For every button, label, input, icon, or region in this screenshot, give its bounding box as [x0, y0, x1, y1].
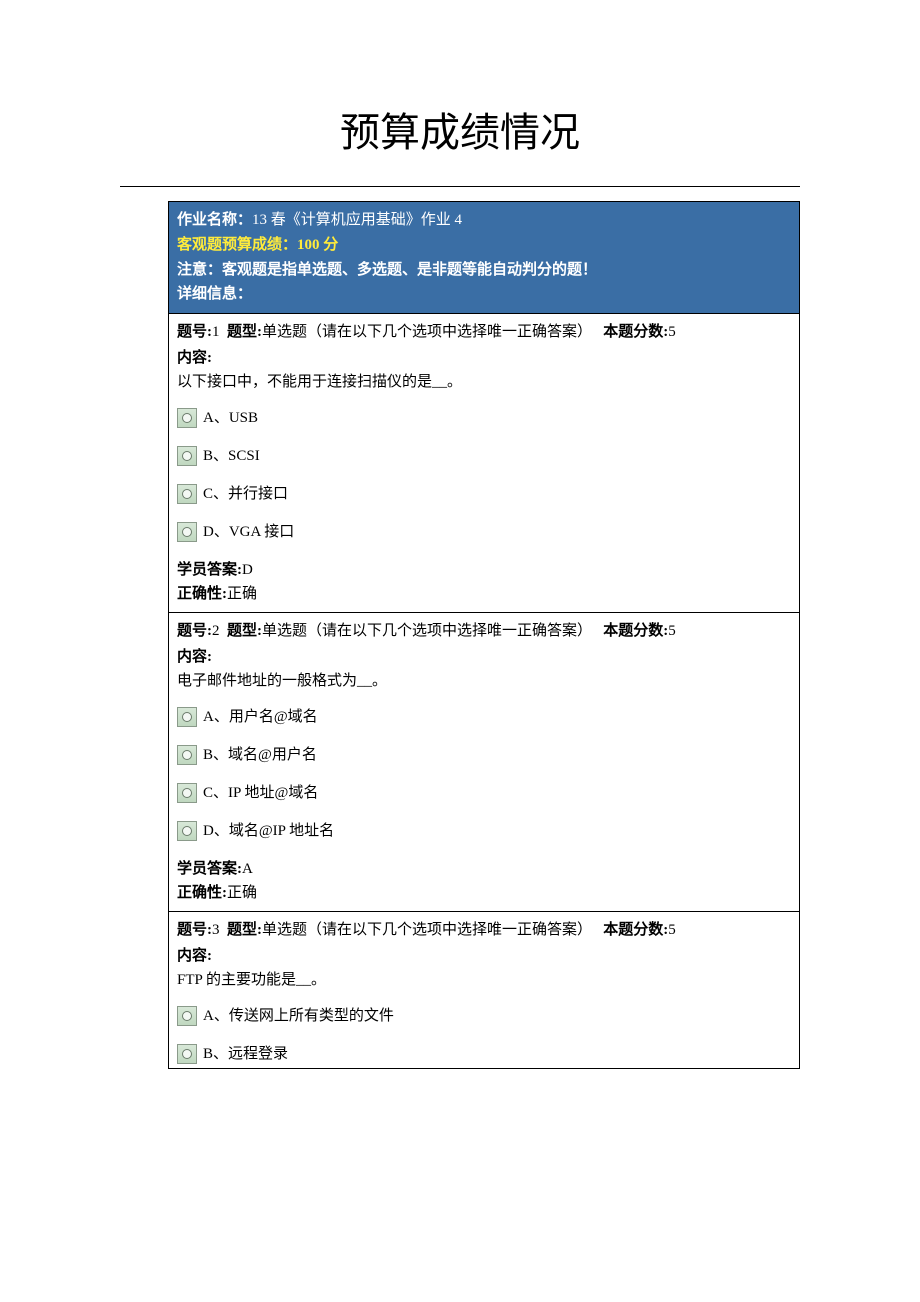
option-row: B、远程登录: [177, 1042, 791, 1066]
answer-label: 学员答案:: [177, 562, 242, 578]
radio-icon[interactable]: [177, 408, 197, 428]
option-row: A、用户名@域名: [177, 705, 791, 729]
q-score: 5: [668, 324, 676, 340]
question-text: 电子邮件地址的一般格式为__。: [177, 669, 791, 693]
radio-icon[interactable]: [177, 745, 197, 765]
score-line: 客观题预算成绩：100 分: [177, 233, 791, 258]
option-text: D、VGA 接口: [203, 520, 294, 544]
question-block: 题号:3 题型:单选题（请在以下几个选项中选择唯一正确答案） 本题分数:5 内容…: [169, 911, 799, 1068]
radio-icon[interactable]: [177, 707, 197, 727]
option-text: B、远程登录: [203, 1042, 288, 1066]
detail-label: 详细信息：: [177, 282, 791, 307]
q-num-label: 题号:: [177, 623, 212, 639]
option-text: A、用户名@域名: [203, 705, 318, 729]
student-answer-line: 学员答案:A: [177, 857, 791, 881]
title-underline-wrap: [0, 178, 920, 201]
q-num: 2: [212, 623, 220, 639]
correct-label: 正确性:: [177, 586, 227, 602]
work-name-line: 作业名称：13 春《计算机应用基础》作业 4: [177, 208, 791, 233]
question-block: 题号:1 题型:单选题（请在以下几个选项中选择唯一正确答案） 本题分数:5 内容…: [169, 313, 799, 612]
radio-icon[interactable]: [177, 783, 197, 803]
option-row: A、传送网上所有类型的文件: [177, 1004, 791, 1028]
correctness-line: 正确性:正确: [177, 582, 791, 606]
q-type-text: 单选题（请在以下几个选项中选择唯一正确答案）: [262, 922, 592, 938]
work-name-label: 作业名称：: [177, 212, 252, 228]
correct-value: 正确: [227, 885, 257, 901]
q-type-label: 题型:: [227, 922, 262, 938]
correctness-line: 正确性:正确: [177, 881, 791, 905]
radio-icon[interactable]: [177, 522, 197, 542]
answer-value: A: [242, 861, 253, 877]
content-label: 内容:: [177, 346, 791, 370]
student-answer-line: 学员答案:D: [177, 558, 791, 582]
question-text: FTP 的主要功能是__。: [177, 968, 791, 992]
question-header: 题号:2 题型:单选题（请在以下几个选项中选择唯一正确答案） 本题分数:5: [177, 619, 791, 643]
option-text: C、IP 地址@域名: [203, 781, 318, 805]
q-score: 5: [668, 623, 676, 639]
radio-icon[interactable]: [177, 821, 197, 841]
q-type-text: 单选题（请在以下几个选项中选择唯一正确答案）: [262, 324, 592, 340]
main-container: 作业名称：13 春《计算机应用基础》作业 4 客观题预算成绩：100 分 注意：…: [168, 201, 800, 1069]
radio-icon[interactable]: [177, 484, 197, 504]
option-row: A、USB: [177, 406, 791, 430]
answer-value: D: [242, 562, 253, 578]
option-text: B、域名@用户名: [203, 743, 317, 767]
title-underline: [120, 186, 800, 187]
q-score: 5: [668, 922, 676, 938]
q-num-label: 题号:: [177, 324, 212, 340]
option-text: B、SCSI: [203, 444, 260, 468]
answer-label: 学员答案:: [177, 861, 242, 877]
content-label: 内容:: [177, 944, 791, 968]
option-row: D、域名@IP 地址名: [177, 819, 791, 843]
question-block: 题号:2 题型:单选题（请在以下几个选项中选择唯一正确答案） 本题分数:5 内容…: [169, 612, 799, 911]
q-score-label: 本题分数:: [603, 324, 668, 340]
option-row: D、VGA 接口: [177, 520, 791, 544]
question-header: 题号:1 题型:单选题（请在以下几个选项中选择唯一正确答案） 本题分数:5: [177, 320, 791, 344]
option-text: C、并行接口: [203, 482, 288, 506]
correct-label: 正确性:: [177, 885, 227, 901]
work-name-value: 13 春《计算机应用基础》作业 4: [252, 212, 462, 228]
q-score-label: 本题分数:: [603, 922, 668, 938]
q-type-label: 题型:: [227, 623, 262, 639]
q-type-label: 题型:: [227, 324, 262, 340]
question-header: 题号:3 题型:单选题（请在以下几个选项中选择唯一正确答案） 本题分数:5: [177, 918, 791, 942]
header-box: 作业名称：13 春《计算机应用基础》作业 4 客观题预算成绩：100 分 注意：…: [169, 202, 799, 313]
option-text: A、USB: [203, 406, 258, 430]
option-text: D、域名@IP 地址名: [203, 819, 334, 843]
content-label: 内容:: [177, 645, 791, 669]
radio-icon[interactable]: [177, 446, 197, 466]
option-text: A、传送网上所有类型的文件: [203, 1004, 394, 1028]
q-type-text: 单选题（请在以下几个选项中选择唯一正确答案）: [262, 623, 592, 639]
q-num: 3: [212, 922, 220, 938]
q-num: 1: [212, 324, 220, 340]
radio-icon[interactable]: [177, 1006, 197, 1026]
note-line: 注意：客观题是指单选题、多选题、是非题等能自动判分的题！: [177, 258, 791, 283]
page-title: 预算成绩情况: [0, 0, 920, 178]
radio-icon[interactable]: [177, 1044, 197, 1064]
q-num-label: 题号:: [177, 922, 212, 938]
option-row: C、IP 地址@域名: [177, 781, 791, 805]
correct-value: 正确: [227, 586, 257, 602]
option-row: C、并行接口: [177, 482, 791, 506]
option-row: B、SCSI: [177, 444, 791, 468]
option-row: B、域名@用户名: [177, 743, 791, 767]
question-text: 以下接口中，不能用于连接扫描仪的是__。: [177, 370, 791, 394]
q-score-label: 本题分数:: [603, 623, 668, 639]
